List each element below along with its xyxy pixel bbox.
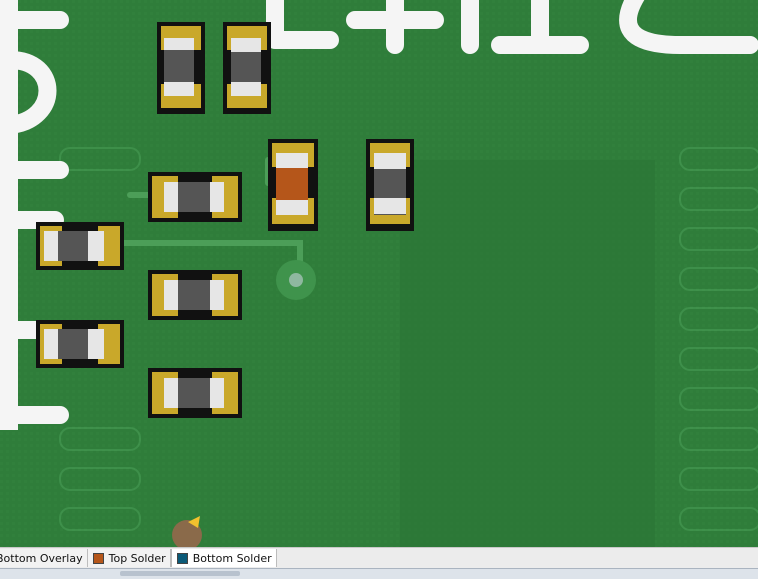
smd-component-vertical[interactable] <box>366 139 414 231</box>
pcb-layout-view[interactable] <box>0 0 758 547</box>
component-outline-faint <box>400 160 655 547</box>
layer-tab-bar: Bottom Overlay Top Solder Bottom Solder <box>0 547 758 568</box>
tab-top-solder[interactable]: Top Solder <box>87 549 171 567</box>
smd-component-horizontal[interactable] <box>148 368 242 418</box>
smd-component-horizontal[interactable] <box>148 172 242 222</box>
smd-component-horizontal[interactable] <box>148 270 242 320</box>
tab-label: Bottom Overlay <box>0 551 83 565</box>
pcb-canvas[interactable] <box>0 0 758 547</box>
smd-component-vertical[interactable] <box>157 22 205 114</box>
smd-component-highlighted[interactable] <box>268 139 318 231</box>
via-hole <box>289 273 303 287</box>
scrollbar-thumb[interactable] <box>120 571 240 576</box>
layer-color-swatch <box>92 552 104 564</box>
layer-color-swatch <box>176 552 188 564</box>
tab-label: Top Solder <box>108 551 166 565</box>
horizontal-scrollbar[interactable] <box>0 568 758 579</box>
smd-component-horizontal-left[interactable] <box>36 222 124 270</box>
tab-bottom-overlay[interactable]: Bottom Overlay <box>0 549 88 567</box>
tab-label: Bottom Solder <box>192 551 272 565</box>
smd-component-vertical[interactable] <box>223 22 271 114</box>
smd-component-horizontal-left[interactable] <box>36 320 124 368</box>
tab-bottom-solder[interactable]: Bottom Solder <box>170 549 277 567</box>
